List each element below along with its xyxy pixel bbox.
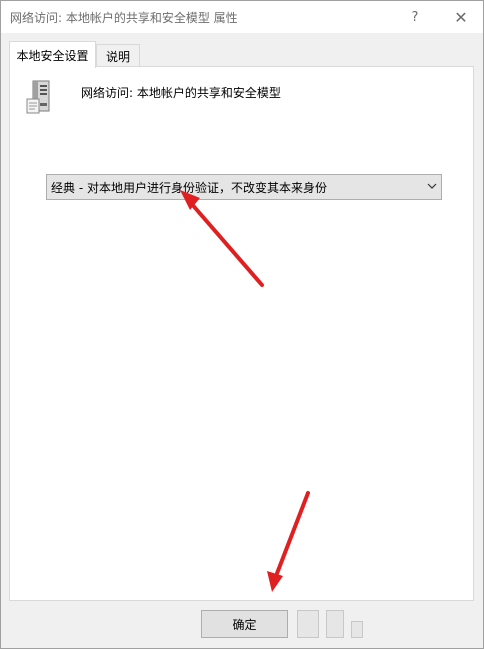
dropdown-selected-value: 经典 - 对本地用户进行身份验证，不改变其本来身份 bbox=[51, 181, 327, 195]
title-bar: 网络访问: 本地帐户的共享和安全模型 属性 ? ✕ bbox=[1, 1, 483, 33]
policy-name: 网络访问: 本地帐户的共享和安全模型 bbox=[81, 86, 281, 100]
tab-local-security-setting[interactable]: 本地安全设置 bbox=[9, 41, 96, 68]
chevron-down-icon bbox=[427, 183, 437, 189]
close-button[interactable]: ✕ bbox=[439, 1, 483, 33]
tab-explain[interactable]: 说明 bbox=[96, 44, 140, 67]
cancel-button[interactable] bbox=[297, 610, 319, 638]
extra-button[interactable] bbox=[351, 621, 363, 638]
tab-panel: 网络访问: 本地帐户的共享和安全模型 经典 - 对本地用户进行身份验证，不改变其… bbox=[9, 66, 474, 601]
window-title: 网络访问: 本地帐户的共享和安全模型 属性 bbox=[10, 11, 238, 25]
security-model-dropdown[interactable]: 经典 - 对本地用户进行身份验证，不改变其本来身份 bbox=[46, 174, 442, 200]
ok-button[interactable]: 确定 bbox=[201, 610, 288, 638]
properties-dialog: 网络访问: 本地帐户的共享和安全模型 属性 ? ✕ 本地安全设置 说明 网络访问… bbox=[0, 0, 484, 649]
server-icon bbox=[26, 80, 50, 114]
apply-button[interactable] bbox=[326, 610, 344, 638]
help-button[interactable]: ? bbox=[393, 1, 437, 33]
